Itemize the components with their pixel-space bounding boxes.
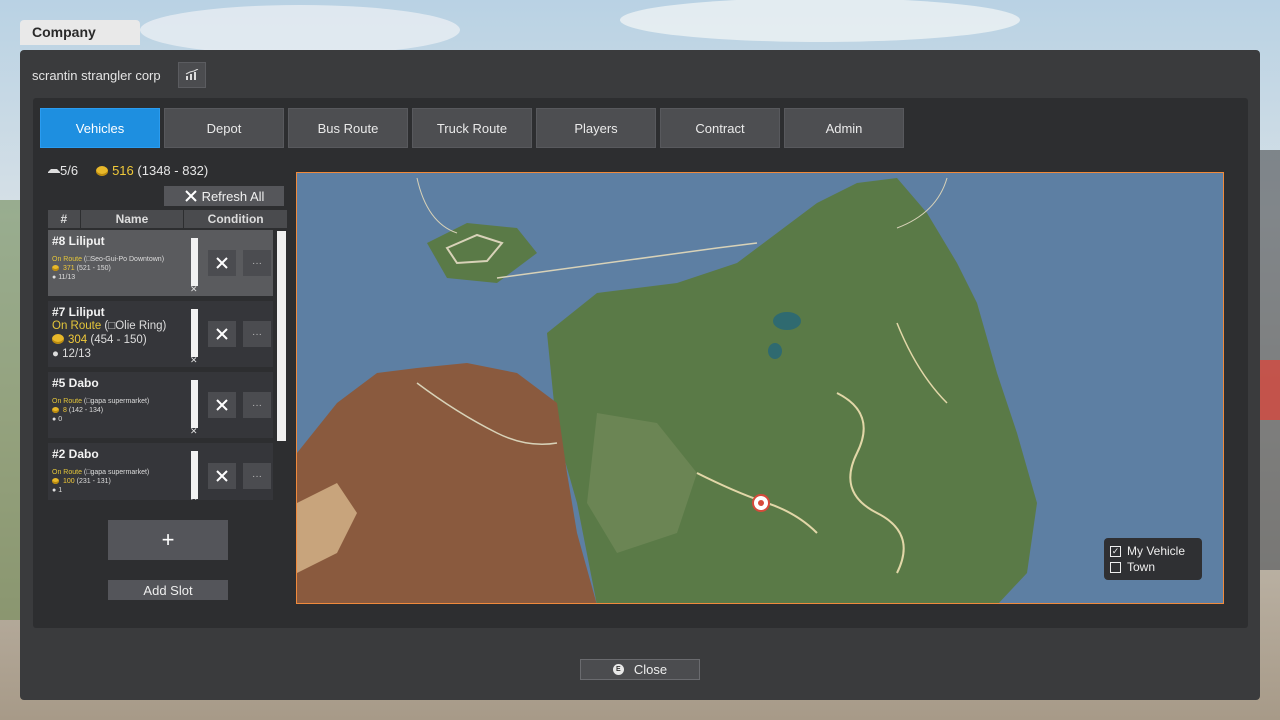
vehicle-count: 5/6 bbox=[48, 163, 78, 178]
ellipsis-icon: ··· bbox=[252, 328, 262, 340]
wrench-icon bbox=[184, 190, 197, 202]
tab-truck-route[interactable]: Truck Route bbox=[412, 108, 532, 148]
legend-my-vehicle[interactable]: ✓ My Vehicle bbox=[1110, 544, 1185, 558]
vehicle-name: #7 Liliput bbox=[52, 305, 105, 319]
condition-bar bbox=[191, 451, 198, 499]
close-button[interactable]: E Close bbox=[580, 659, 700, 680]
vehicle-icon bbox=[48, 169, 60, 173]
vehicle-name: #5 Dabo bbox=[52, 376, 99, 390]
vehicle-status: On Route (□Olie Ring) bbox=[52, 320, 167, 332]
vehicle-name: #2 Dabo bbox=[52, 447, 99, 461]
vehicle-name: #8 Liliput bbox=[52, 234, 105, 248]
vehicle-row[interactable]: #8 Liliput On Route (□Seo-Gui-Po Downtow… bbox=[48, 230, 273, 296]
tab-bus-route[interactable]: Bus Route bbox=[288, 108, 408, 148]
vehicle-passengers: ● 11/13 bbox=[52, 274, 76, 281]
header-number[interactable]: # bbox=[48, 210, 81, 228]
tab-bar: Vehicles Depot Bus Route Truck Route Pla… bbox=[40, 108, 904, 148]
coin-icon bbox=[52, 407, 59, 413]
person-icon: ● bbox=[52, 274, 57, 281]
vehicle-earnings: 100 (231 - 131) bbox=[52, 478, 111, 485]
vehicle-list-scrollbar[interactable] bbox=[277, 231, 286, 441]
coin-icon bbox=[96, 166, 109, 176]
tab-admin[interactable]: Admin bbox=[784, 108, 904, 148]
vehicle-status: On Route (□gapa supermarket) bbox=[52, 469, 150, 476]
map-legend: ✓ My Vehicle Town bbox=[1104, 538, 1202, 580]
person-icon: ● bbox=[52, 348, 59, 360]
refresh-all-button[interactable]: Refresh All bbox=[164, 186, 284, 206]
header-condition[interactable]: Condition bbox=[184, 210, 288, 228]
map-terrain bbox=[297, 173, 1223, 603]
wrench-icon bbox=[216, 328, 228, 340]
more-options-button[interactable]: ··· bbox=[243, 463, 271, 489]
condition-bar bbox=[191, 238, 198, 286]
more-options-button[interactable]: ··· bbox=[243, 250, 271, 276]
vehicle-earnings: 8 (142 - 134) bbox=[52, 407, 103, 414]
vehicle-summary: 5/6 516 (1348 - 832) bbox=[48, 163, 208, 178]
add-slot-button[interactable]: Add Slot bbox=[108, 580, 228, 600]
repair-button[interactable] bbox=[208, 250, 236, 276]
vehicle-row[interactable]: #7 Liliput On Route (□Olie Ring) 304 (45… bbox=[48, 301, 273, 367]
wrench-icon bbox=[216, 470, 228, 482]
world-map[interactable] bbox=[296, 172, 1224, 604]
condition-wrench-icon: ✕ bbox=[190, 355, 198, 365]
condition-wrench-icon: ✕ bbox=[190, 284, 198, 294]
company-money: 516 (1348 - 832) bbox=[96, 163, 208, 178]
company-stats-button[interactable] bbox=[178, 62, 206, 88]
chart-icon bbox=[185, 69, 199, 80]
header-name[interactable]: Name bbox=[81, 210, 185, 228]
coin-icon bbox=[52, 265, 59, 271]
person-icon: ● bbox=[52, 416, 57, 423]
more-options-button[interactable]: ··· bbox=[243, 392, 271, 418]
condition-bar bbox=[191, 380, 198, 428]
condition-bar bbox=[191, 309, 198, 357]
person-icon: ● bbox=[52, 487, 57, 494]
wrench-icon bbox=[216, 257, 228, 269]
vehicle-row[interactable]: #5 Dabo On Route (□gapa supermarket) 8 (… bbox=[48, 372, 273, 438]
vehicle-passengers: ● 12/13 bbox=[52, 348, 91, 360]
vehicle-table-header: # Name Condition bbox=[48, 210, 288, 228]
vehicle-earnings: 371 (521 - 150) bbox=[52, 265, 111, 272]
vehicle-status: On Route (□gapa supermarket) bbox=[52, 398, 150, 405]
company-panel: Vehicles Depot Bus Route Truck Route Pla… bbox=[33, 98, 1248, 628]
company-name: scrantin strangler corp bbox=[32, 68, 161, 83]
coin-icon bbox=[52, 478, 59, 484]
condition-wrench-icon: ✕ bbox=[190, 497, 198, 500]
more-options-button[interactable]: ··· bbox=[243, 321, 271, 347]
ellipsis-icon: ··· bbox=[252, 470, 262, 482]
add-vehicle-button[interactable]: + bbox=[108, 520, 228, 560]
company-window: scrantin strangler corp Vehicles Depot B… bbox=[20, 50, 1260, 700]
coin-icon bbox=[52, 334, 64, 344]
tab-vehicles[interactable]: Vehicles bbox=[40, 108, 160, 148]
legend-town[interactable]: Town bbox=[1110, 560, 1155, 574]
wrench-icon bbox=[216, 399, 228, 411]
ellipsis-icon: ··· bbox=[252, 257, 262, 269]
key-e-icon: E bbox=[612, 664, 624, 675]
ellipsis-icon: ··· bbox=[252, 399, 262, 411]
vehicle-status: On Route (□Seo-Gui-Po Downtown) bbox=[52, 256, 165, 263]
tab-depot[interactable]: Depot bbox=[164, 108, 284, 148]
checkbox-checked-icon[interactable]: ✓ bbox=[1110, 545, 1121, 557]
tab-players[interactable]: Players bbox=[536, 108, 656, 148]
window-title: Company bbox=[20, 20, 140, 45]
repair-button[interactable] bbox=[208, 392, 236, 418]
vehicle-list: #8 Liliput On Route (□Seo-Gui-Po Downtow… bbox=[48, 230, 273, 500]
condition-wrench-icon: ✕ bbox=[190, 426, 198, 436]
repair-button[interactable] bbox=[208, 321, 236, 347]
vehicle-passengers: ● 0 bbox=[52, 416, 63, 423]
vehicle-row[interactable]: #2 Dabo On Route (□gapa supermarket) 100… bbox=[48, 443, 273, 500]
vehicle-earnings: 304 (454 - 150) bbox=[52, 334, 147, 346]
repair-button[interactable] bbox=[208, 463, 236, 489]
tab-contract[interactable]: Contract bbox=[660, 108, 780, 148]
checkbox-icon[interactable] bbox=[1110, 561, 1121, 573]
vehicle-passengers: ● 1 bbox=[52, 487, 63, 494]
